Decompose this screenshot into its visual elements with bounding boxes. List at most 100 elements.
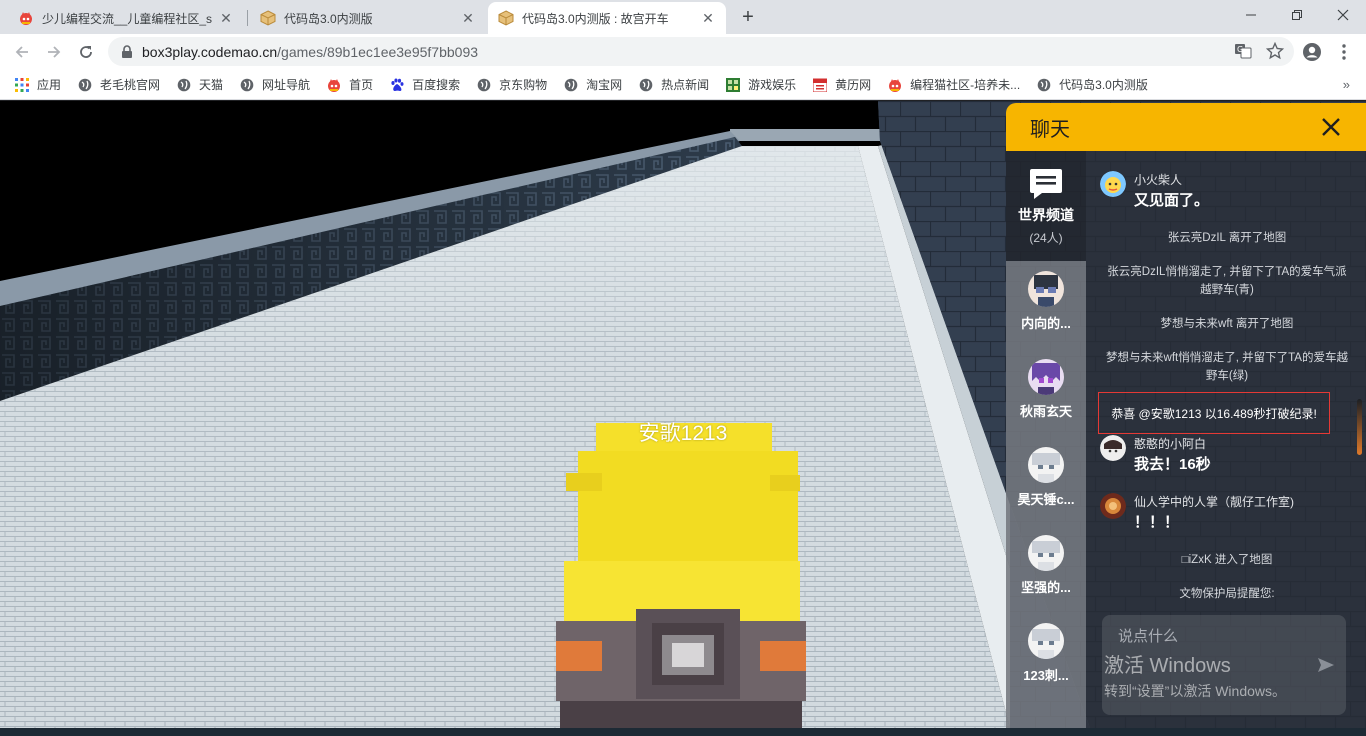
message-username: 小火柴人: [1134, 173, 1183, 187]
dm-item[interactable]: 坚强的...: [1006, 525, 1086, 613]
channel-count: (24人): [1029, 231, 1063, 245]
system-message: 张云亮DzIL悄悄溜走了, 并留下了TA的爱车气派越野车(青): [1107, 266, 1347, 296]
dm-item[interactable]: 内向的...: [1006, 261, 1086, 349]
close-tab-icon[interactable]: ✕: [700, 10, 716, 26]
cube-icon: [498, 10, 514, 26]
back-button[interactable]: [8, 38, 36, 66]
bookmark-label: 百度搜索: [412, 78, 461, 92]
tab-title: 少儿编程交流__儿童编程社区_sc: [42, 11, 212, 26]
yellow-car: [556, 423, 806, 728]
system-message: 梦想与未来wft悄悄溜走了, 并留下了TA的爱车越野车(绿): [1106, 352, 1348, 382]
dm-name: 坚强的...: [1021, 580, 1071, 595]
bookmark-apps[interactable]: 应用: [14, 76, 61, 93]
minimize-button[interactable]: [1228, 0, 1274, 30]
close-tab-icon[interactable]: ✕: [218, 10, 234, 26]
svg-text:G: G: [1237, 45, 1243, 54]
star-icon[interactable]: [1265, 41, 1285, 65]
bookmark-codedao[interactable]: 代码岛3.0内测版: [1036, 76, 1148, 93]
watermark-line2: 转到“设置”以激活 Windows。: [1104, 683, 1287, 699]
send-icon[interactable]: [1316, 655, 1336, 675]
avatar: [1100, 493, 1126, 519]
bookmark-jd[interactable]: 京东购物: [476, 76, 547, 93]
browser-toolbar: box3play.codemao.cn/games/89b1ec1ee3e95f…: [0, 34, 1366, 70]
message-list[interactable]: 小火柴人 又见面了。 张云亮DzIL 离开了地图 张云亮DzIL悄悄溜走了, 并…: [1092, 159, 1356, 614]
translate-icon[interactable]: G: [1234, 42, 1252, 65]
windows-activation-watermark: 激活 Windows 转到“设置”以激活 Windows。: [1104, 649, 1286, 701]
bookmark-baidu[interactable]: 百度搜索: [389, 76, 460, 93]
dm-item[interactable]: 123刺...: [1006, 613, 1086, 701]
bookmark-tmall[interactable]: 天猫: [176, 76, 223, 93]
address-bar[interactable]: box3play.codemao.cn/games/89b1ec1ee3e95f…: [108, 37, 1294, 66]
tab-gugong-drive[interactable]: 代码岛3.0内测版 : 故宫开车 ✕: [488, 2, 726, 34]
bookmark-codemao-community[interactable]: 编程猫社区-培养未...: [887, 76, 1020, 93]
bookmark-laomaotao[interactable]: 老毛桃官网: [77, 76, 160, 93]
system-message: 文物保护局提醒您:: [1179, 588, 1275, 600]
bookmark-games[interactable]: 游戏娱乐: [725, 76, 796, 93]
tab-strip: 少儿编程交流__儿童编程社区_sc ✕ 代码岛3.0内测版 ✕ 代码岛3.0内测…: [0, 0, 1366, 34]
bookmark-taobao[interactable]: 淘宝网: [563, 76, 622, 93]
dm-item[interactable]: 秋雨玄天: [1006, 349, 1086, 437]
apps-grid-icon: [14, 77, 30, 93]
globe-icon: [638, 77, 654, 93]
lock-icon[interactable]: [120, 44, 134, 59]
channel-sidebar: 世界频道 (24人) 内向的... 秋雨玄天 昊天锤c... 坚强的... 12…: [1006, 151, 1086, 728]
reload-button[interactable]: [72, 38, 100, 66]
game-viewport[interactable]: 安歌1213 聊天 世界频道 (24人) 内向的... 秋雨玄天 昊天锤c...…: [0, 101, 1366, 728]
bookmark-label: 网址导航: [262, 78, 311, 92]
tab-codemao-community[interactable]: 少儿编程交流__儿童编程社区_sc ✕: [8, 2, 244, 34]
more-vert-icon: [1342, 44, 1346, 60]
bookmark-label: 淘宝网: [586, 78, 623, 92]
bookmark-label: 天猫: [199, 78, 224, 92]
chat-message: 小火柴人 又见面了。: [1092, 171, 1356, 211]
bookmark-home[interactable]: 首页: [326, 76, 373, 93]
baidu-paw-icon: [389, 77, 405, 93]
bookmark-news[interactable]: 热点新闻: [638, 76, 709, 93]
url-text[interactable]: box3play.codemao.cn/games/89b1ec1ee3e95f…: [142, 44, 478, 60]
dm-item[interactable]: 昊天锤c...: [1006, 437, 1086, 525]
close-tab-icon[interactable]: ✕: [460, 10, 476, 26]
avatar: [1028, 535, 1064, 571]
dm-name: 秋雨玄天: [1019, 404, 1072, 419]
forward-button[interactable]: [40, 38, 68, 66]
globe-icon: [77, 77, 93, 93]
profile-button[interactable]: [1298, 38, 1326, 66]
dm-name: 123刺...: [1023, 668, 1069, 683]
url-host: box3play.codemao.cn: [142, 43, 278, 60]
codemao-icon: [326, 77, 342, 93]
system-message: □iZxK 进入了地图: [1181, 554, 1273, 566]
menu-button[interactable]: [1330, 38, 1358, 66]
message-scrollbar[interactable]: [1357, 399, 1362, 455]
close-window-button[interactable]: [1320, 0, 1366, 30]
avatar: [1028, 359, 1064, 395]
bookmark-nav[interactable]: 网址导航: [239, 76, 310, 93]
globe-icon: [563, 77, 579, 93]
chat-title: 聊天: [1030, 118, 1070, 141]
calendar-icon: [812, 77, 828, 93]
tab-title: 代码岛3.0内测版: [284, 11, 373, 26]
new-tab-button[interactable]: +: [736, 6, 760, 28]
chat-message: 仙人学中的人掌（靓仔工作室) ！！！: [1092, 493, 1356, 533]
message-username: 憨憨的小阿白: [1134, 437, 1207, 451]
chat-input-placeholder: 说点什么: [1118, 628, 1179, 645]
codemao-icon: [887, 77, 903, 93]
bookmark-label: 老毛桃官网: [100, 78, 161, 92]
bookmark-label: 游戏娱乐: [748, 78, 797, 92]
channel-name: 世界频道: [1018, 207, 1074, 223]
restore-button[interactable]: [1274, 0, 1320, 30]
tab-codedao[interactable]: 代码岛3.0内测版 ✕: [250, 2, 486, 34]
bookmark-label: 首页: [349, 78, 374, 92]
tab-divider: [247, 10, 248, 26]
arrow-left-icon: [15, 46, 28, 58]
avatar: [1028, 623, 1064, 659]
globe-icon: [476, 77, 492, 93]
channel-world[interactable]: 世界频道 (24人): [1006, 151, 1086, 261]
message-text: 我去！16秒: [1134, 456, 1211, 473]
close-chat-icon[interactable]: [1320, 116, 1342, 138]
bookmarks-overflow-icon[interactable]: »: [1343, 77, 1350, 92]
bookmark-calendar[interactable]: 黄历网: [812, 76, 871, 93]
chat-bubble-icon: [1030, 169, 1062, 199]
dm-name: 昊天锤c...: [1017, 492, 1075, 507]
system-message: 张云亮DzIL 离开了地图: [1167, 232, 1287, 244]
tab-title: 代码岛3.0内测版 : 故宫开车: [522, 11, 669, 26]
message-text: 又见面了。: [1134, 192, 1210, 209]
